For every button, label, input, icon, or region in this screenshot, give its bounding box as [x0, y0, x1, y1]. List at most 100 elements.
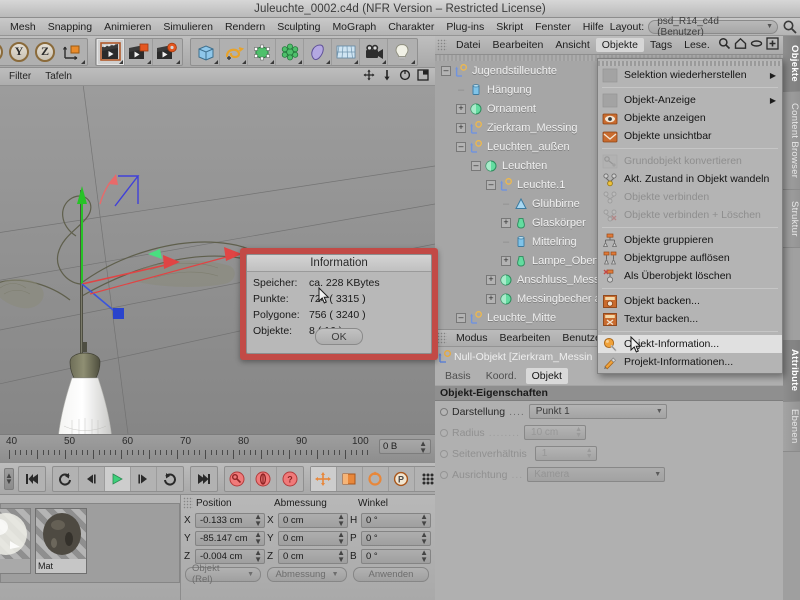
property-toggle-icon[interactable]	[440, 428, 448, 437]
collapse-icon[interactable]: –	[441, 65, 451, 76]
scale-key-icon[interactable]	[337, 466, 363, 491]
objmgr-menu-datei[interactable]: Datei	[450, 39, 487, 51]
axis-object-icon[interactable]	[58, 39, 86, 65]
home-icon[interactable]	[734, 37, 747, 53]
axis-y-button[interactable]: Y	[6, 39, 32, 65]
darstellung-dropdown[interactable]: Punkt 1 ▼	[528, 404, 667, 419]
hypernurbs-icon[interactable]	[248, 38, 276, 65]
menu-item-als-überobjekt-löschen[interactable]: Als Überobjekt löschen	[598, 267, 782, 285]
render-settings-icon[interactable]	[153, 39, 181, 65]
menu-item-selektion-wiederherstellen[interactable]: Selektion wiederherstellen ▶	[598, 66, 782, 84]
expand-icon[interactable]: +	[501, 255, 511, 266]
search-icon[interactable]	[718, 37, 731, 53]
light-icon[interactable]	[388, 39, 416, 65]
attrmgr-menu-modus[interactable]: Modus	[450, 332, 494, 344]
menu-mesh[interactable]: Mesh	[4, 20, 42, 34]
cube-icon[interactable]	[192, 38, 220, 65]
menu-simulieren[interactable]: Simulieren	[157, 20, 219, 34]
viewport-menu-filter[interactable]: Filter	[2, 71, 38, 82]
grip-dots-icon[interactable]	[437, 39, 447, 51]
rotation-key-icon[interactable]	[363, 466, 389, 491]
position-key-icon[interactable]	[310, 466, 337, 491]
menu-item-projekt-informationen[interactable]: Projekt-Informationen...	[598, 353, 782, 371]
parameter-key-icon[interactable]: P	[389, 466, 415, 491]
spinner-icon[interactable]: ▲ ▼	[337, 513, 345, 528]
vtab-content-browser[interactable]: Content Browser	[783, 92, 800, 190]
tab-basis[interactable]: Basis	[439, 368, 477, 384]
rotate-view-icon[interactable]	[399, 69, 411, 84]
property-toggle-icon[interactable]	[440, 470, 448, 479]
layout-dropdown[interactable]: psd_R14_c4d (Benutzer) ▼	[648, 16, 778, 38]
axis-z-button[interactable]: Z	[32, 39, 58, 65]
menu-item-akt-zustand-in-objekt-wandeln[interactable]: Akt. Zustand in Objekt wandeln	[598, 170, 782, 188]
grip-dots-icon[interactable]	[437, 332, 447, 344]
menu-item-objekt-anzeige[interactable]: Objekt-Anzeige ▶	[598, 91, 782, 109]
collapse-icon[interactable]: –	[456, 312, 466, 323]
maximize-view-icon[interactable]	[417, 69, 429, 84]
menu-animieren[interactable]: Animieren	[98, 20, 157, 34]
menu-item-objekte-unsichtbar[interactable]: Objekte unsichtbar	[598, 127, 782, 145]
step-back-icon[interactable]	[79, 466, 105, 491]
viewport-menu-tafeln[interactable]: Tafeln	[38, 71, 79, 82]
expand-icon[interactable]: +	[486, 293, 496, 304]
menu-sculpting[interactable]: Sculpting	[271, 20, 326, 34]
grip-dots-icon[interactable]	[183, 497, 193, 509]
ellipse-icon[interactable]	[750, 37, 763, 53]
render-view-icon[interactable]	[97, 38, 125, 65]
floor-icon[interactable]	[332, 38, 360, 65]
record-key-icon[interactable]	[225, 466, 251, 491]
menu-plugins[interactable]: Plug-ins	[440, 20, 490, 34]
expand-icon[interactable]: +	[486, 274, 496, 285]
reverse-icon[interactable]	[157, 467, 183, 491]
ausrichtung-dropdown[interactable]: Kamera ▼	[527, 467, 666, 482]
vtab-attribute[interactable]: Attribute	[783, 340, 800, 402]
step-forward-icon[interactable]	[131, 466, 157, 491]
angle-h-field[interactable]: 0 ° ▲ ▼	[361, 512, 431, 528]
menu-mograph[interactable]: MoGraph	[326, 20, 382, 34]
menu-item-textur-backen[interactable]: Textur backen...	[598, 310, 782, 328]
property-toggle-icon[interactable]	[440, 449, 448, 458]
spinner-icon[interactable]: ▲ ▼	[254, 513, 262, 528]
autokey-icon[interactable]	[251, 466, 277, 491]
menu-fenster[interactable]: Fenster	[529, 20, 577, 34]
spinner-icon[interactable]: ▲ ▼	[575, 426, 582, 439]
information-ok-button[interactable]: OK	[315, 328, 363, 345]
frame-slider-handle[interactable]: ▲ ▼	[4, 467, 14, 490]
collapse-icon[interactable]: –	[456, 141, 466, 152]
radius-field[interactable]: 10 cm ▲ ▼	[524, 425, 587, 440]
vtab-objekte[interactable]: Objekte	[783, 36, 800, 92]
vtab-ebenen[interactable]: Ebenen	[783, 402, 800, 452]
menu-skript[interactable]: Skript	[490, 20, 529, 34]
menu-rendern[interactable]: Rendern	[219, 20, 271, 34]
goto-end-icon[interactable]	[191, 467, 217, 491]
expand-icon[interactable]: +	[456, 103, 466, 114]
objmgr-menu-tags[interactable]: Tags	[644, 39, 678, 51]
menu-charakter[interactable]: Charakter	[382, 20, 440, 34]
material-list[interactable]: 1 Mat	[0, 503, 180, 583]
menu-item-objektgruppe-auflösen[interactable]: Objektgruppe auflösen	[598, 249, 782, 267]
array-icon[interactable]	[276, 38, 304, 65]
size-mode-dropdown[interactable]: Abmessung ▼	[267, 566, 347, 582]
fullscreen-icon[interactable]	[766, 37, 779, 53]
spline-icon[interactable]	[220, 38, 248, 65]
spinner-icon[interactable]: ▲ ▼	[420, 513, 428, 528]
spinner-icon[interactable]: ▲ ▼	[420, 549, 428, 564]
objmgr-menu-lese[interactable]: Lese.	[678, 39, 716, 51]
position-y-field[interactable]: -85.147 cm ▲ ▼	[195, 530, 265, 546]
dimension-x-field[interactable]: 0 cm ▲ ▼	[278, 512, 348, 528]
play-icon[interactable]	[104, 466, 131, 491]
timeline-ruler[interactable]: 40 50 60 70 80 90 100 0 B ▲ ▼	[0, 434, 435, 462]
collapse-icon[interactable]: –	[471, 160, 481, 171]
menu-hilfe[interactable]: Hilfe	[577, 20, 610, 34]
material-item[interactable]: Mat	[35, 508, 87, 574]
spinner-icon[interactable]: ▲ ▼	[420, 531, 428, 546]
goto-start-icon[interactable]	[19, 467, 45, 491]
scale-view-icon[interactable]	[381, 69, 393, 84]
menu-snapping[interactable]: Snapping	[42, 20, 98, 34]
tab-objekt[interactable]: Objekt	[525, 367, 568, 384]
apply-button[interactable]: Anwenden	[353, 566, 429, 582]
magnifier-icon[interactable]	[782, 19, 798, 35]
loop-icon[interactable]	[53, 466, 79, 491]
render-to-picture-icon[interactable]	[125, 38, 153, 65]
spinner-icon[interactable]: ▲ ▼	[337, 531, 345, 546]
